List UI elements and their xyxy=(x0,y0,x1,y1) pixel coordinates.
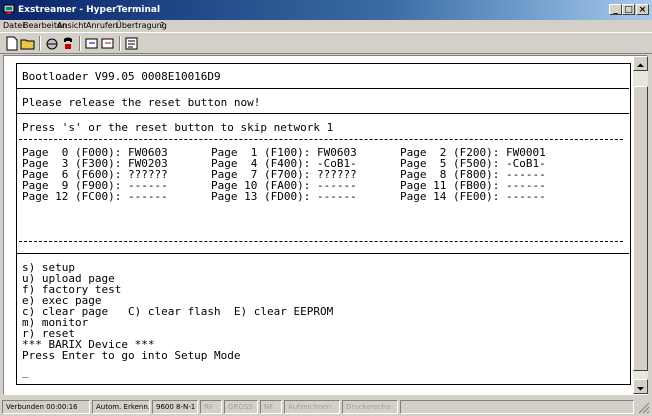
divider xyxy=(16,253,629,254)
page-entry: Page 14 (FE00): ------ xyxy=(400,190,546,203)
baud-settings: 9600 8-N-1 xyxy=(152,400,198,414)
dashed-divider xyxy=(19,241,623,242)
connection-time: Verbunden 00:00:16 xyxy=(2,400,90,414)
page-entry: Page 13 (FD00): ------ xyxy=(211,190,357,203)
scroll-thumb[interactable] xyxy=(633,86,648,371)
close-button[interactable]: × xyxy=(636,4,649,15)
new-icon[interactable] xyxy=(4,36,20,51)
maximize-button[interactable]: □ xyxy=(622,4,635,15)
release-message: Please release the reset button now! xyxy=(22,96,261,109)
menu-datei[interactable]: Datei xyxy=(3,21,24,30)
scroll-down-button[interactable] xyxy=(633,379,648,394)
scroll-up-button[interactable] xyxy=(633,56,648,71)
terminal-screen[interactable]: Bootloader V99.05 0008E10016D9 Please re… xyxy=(16,63,631,385)
open-icon[interactable] xyxy=(20,36,36,51)
disconnect-icon[interactable] xyxy=(60,36,76,51)
toolbar xyxy=(0,32,652,54)
divider xyxy=(16,88,629,89)
cursor: _ xyxy=(22,365,29,378)
terminal-border xyxy=(16,63,631,385)
auto-detect: Autom. Erkenn. xyxy=(92,400,150,414)
window-title: Exstreamer - HyperTerminal xyxy=(18,5,161,15)
properties-icon[interactable] xyxy=(124,36,140,51)
minimize-button[interactable]: _ xyxy=(609,4,622,15)
dashed-divider xyxy=(19,139,623,140)
print-echo-indicator: Druckerecho xyxy=(342,400,398,414)
page-entry: Page 12 (FC00): ------ xyxy=(22,190,168,203)
status-empty-panel xyxy=(400,400,634,414)
menu-anrufen[interactable]: Anrufen xyxy=(86,21,118,30)
bootloader-version: Bootloader V99.05 0008E10016D9 xyxy=(22,70,221,83)
terminal-frame: Bootloader V99.05 0008E10016D9 Please re… xyxy=(3,55,648,395)
toolbar-separator xyxy=(39,36,41,51)
resize-grip-icon[interactable] xyxy=(637,401,650,414)
divider xyxy=(16,113,629,114)
menu-help[interactable]: ? xyxy=(160,21,164,30)
caps-indicator: GROSS xyxy=(224,400,258,414)
toolbar-separator xyxy=(119,36,121,51)
num-indicator: NF xyxy=(260,400,282,414)
send-icon[interactable] xyxy=(84,36,100,51)
title-bar: Exstreamer - HyperTerminal _ □ × xyxy=(0,0,652,20)
skip-message: Press 's' or the reset button to skip ne… xyxy=(22,121,334,134)
capture-indicator: Aufzeichnen xyxy=(284,400,340,414)
vertical-scrollbar[interactable] xyxy=(633,56,648,394)
connect-icon[interactable] xyxy=(44,36,60,51)
arrow-down-icon xyxy=(637,387,644,391)
menu-bar: Datei Bearbeiten Ansicht Anrufen Übertra… xyxy=(0,20,652,32)
toolbar-separator xyxy=(79,36,81,51)
menu-ansicht[interactable]: Ansicht xyxy=(57,21,87,30)
arrow-up-icon xyxy=(637,63,644,67)
hyperterminal-icon xyxy=(3,4,15,14)
scroll-indicator: RF xyxy=(200,400,222,414)
receive-icon[interactable] xyxy=(100,36,116,51)
setup-prompt: Press Enter to go into Setup Mode xyxy=(22,349,241,362)
status-bar: Verbunden 00:00:16 Autom. Erkenn. 9600 8… xyxy=(0,398,652,416)
